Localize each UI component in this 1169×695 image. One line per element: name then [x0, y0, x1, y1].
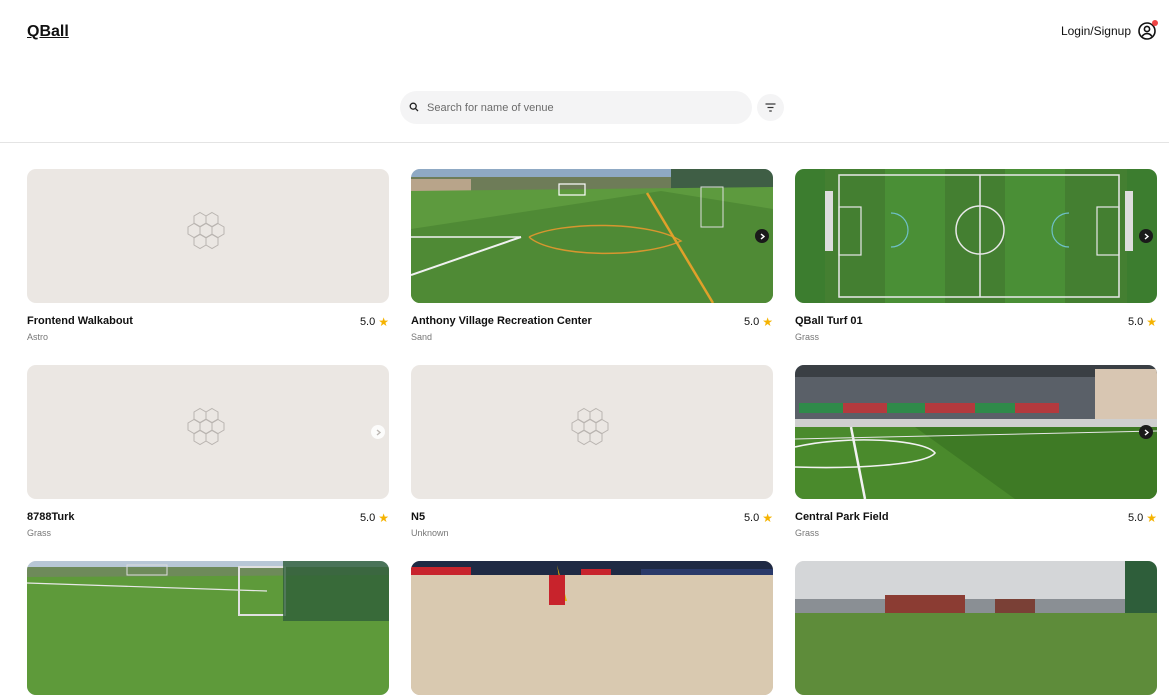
top-header: QBall Login/Signup	[0, 0, 1169, 143]
venue-name: Central Park Field	[795, 511, 889, 523]
venue-image	[795, 561, 1157, 695]
login-signup-label: Login/Signup	[1060, 24, 1131, 38]
chevron-right-icon	[1144, 428, 1149, 436]
next-image-button[interactable]	[1139, 425, 1153, 439]
venue-surface: Sand	[411, 332, 433, 342]
venue-card[interactable]: QBall Turf 01 Grass 5.0 ★	[795, 169, 1157, 347]
venue-card[interactable]	[27, 561, 389, 695]
rating-value: 5.0	[743, 316, 760, 328]
venue-surface: Grass	[27, 528, 52, 538]
chevron-right-icon	[760, 232, 765, 240]
venue-rating: 5.0 ★	[1128, 512, 1157, 524]
venue-name: Frontend Walkabout	[27, 315, 133, 327]
search-bar[interactable]	[400, 91, 752, 124]
venue-card[interactable]	[795, 561, 1157, 695]
star-icon: ★	[762, 511, 773, 525]
venue-surface: Astro	[27, 332, 49, 342]
venue-rating: 5.0 ★	[744, 512, 773, 524]
venue-image-placeholder	[27, 169, 389, 303]
venue-name: N5	[411, 511, 426, 523]
venue-image	[411, 561, 773, 695]
venue-image-placeholder	[411, 365, 773, 499]
logo[interactable]: QBall	[27, 23, 69, 41]
login-signup-button[interactable]: Login/Signup	[1060, 20, 1158, 41]
venue-card[interactable]: Frontend Walkabout Astro 5.0 ★	[27, 169, 389, 347]
venue-rating: 5.0 ★	[1128, 316, 1157, 328]
venue-card[interactable]: Anthony Village Recreation Center Sand 5…	[411, 169, 773, 347]
notification-dot	[1152, 20, 1158, 26]
venue-name: QBall Turf 01	[795, 315, 863, 327]
rating-value: 5.0	[1127, 316, 1144, 328]
search-input[interactable]	[427, 101, 727, 114]
venue-rating: 5.0 ★	[360, 316, 389, 328]
venue-surface: Grass	[795, 528, 820, 538]
venue-image	[27, 561, 389, 695]
venue-surface: Grass	[795, 332, 820, 342]
star-icon: ★	[378, 315, 389, 329]
star-icon: ★	[1146, 315, 1157, 329]
next-image-button[interactable]	[755, 229, 769, 243]
filter-icon	[765, 99, 776, 117]
search-icon	[409, 99, 419, 117]
venue-rating: 5.0 ★	[744, 316, 773, 328]
chevron-right-icon	[376, 428, 381, 436]
rating-value: 5.0	[359, 512, 376, 524]
venue-card[interactable]	[411, 561, 773, 695]
user-icon	[1137, 20, 1158, 41]
next-image-button[interactable]	[1139, 229, 1153, 243]
venue-card[interactable]: 8788Turk Grass 5.0 ★	[27, 365, 389, 543]
venue-card[interactable]: Central Park Field Grass 5.0 ★	[795, 365, 1157, 543]
rating-value: 5.0	[359, 316, 376, 328]
hexagon-placeholder-icon	[184, 211, 232, 261]
venue-image-placeholder	[27, 365, 389, 499]
venue-card[interactable]: N5 Unknown 5.0 ★	[411, 365, 773, 543]
venue-name: Anthony Village Recreation Center	[411, 315, 592, 327]
next-image-button[interactable]	[371, 425, 385, 439]
star-icon: ★	[1146, 511, 1157, 525]
star-icon: ★	[762, 315, 773, 329]
rating-value: 5.0	[743, 512, 760, 524]
venue-rating: 5.0 ★	[360, 512, 389, 524]
hexagon-placeholder-icon	[184, 407, 232, 457]
filter-button[interactable]	[757, 94, 784, 121]
venue-image	[411, 169, 773, 303]
venue-name: 8788Turk	[27, 511, 75, 523]
venue-image	[795, 365, 1157, 499]
venue-image	[795, 169, 1157, 303]
hexagon-placeholder-icon	[568, 407, 616, 457]
chevron-right-icon	[1144, 232, 1149, 240]
venue-surface: Unknown	[411, 528, 449, 538]
star-icon: ★	[378, 511, 389, 525]
rating-value: 5.0	[1127, 512, 1144, 524]
